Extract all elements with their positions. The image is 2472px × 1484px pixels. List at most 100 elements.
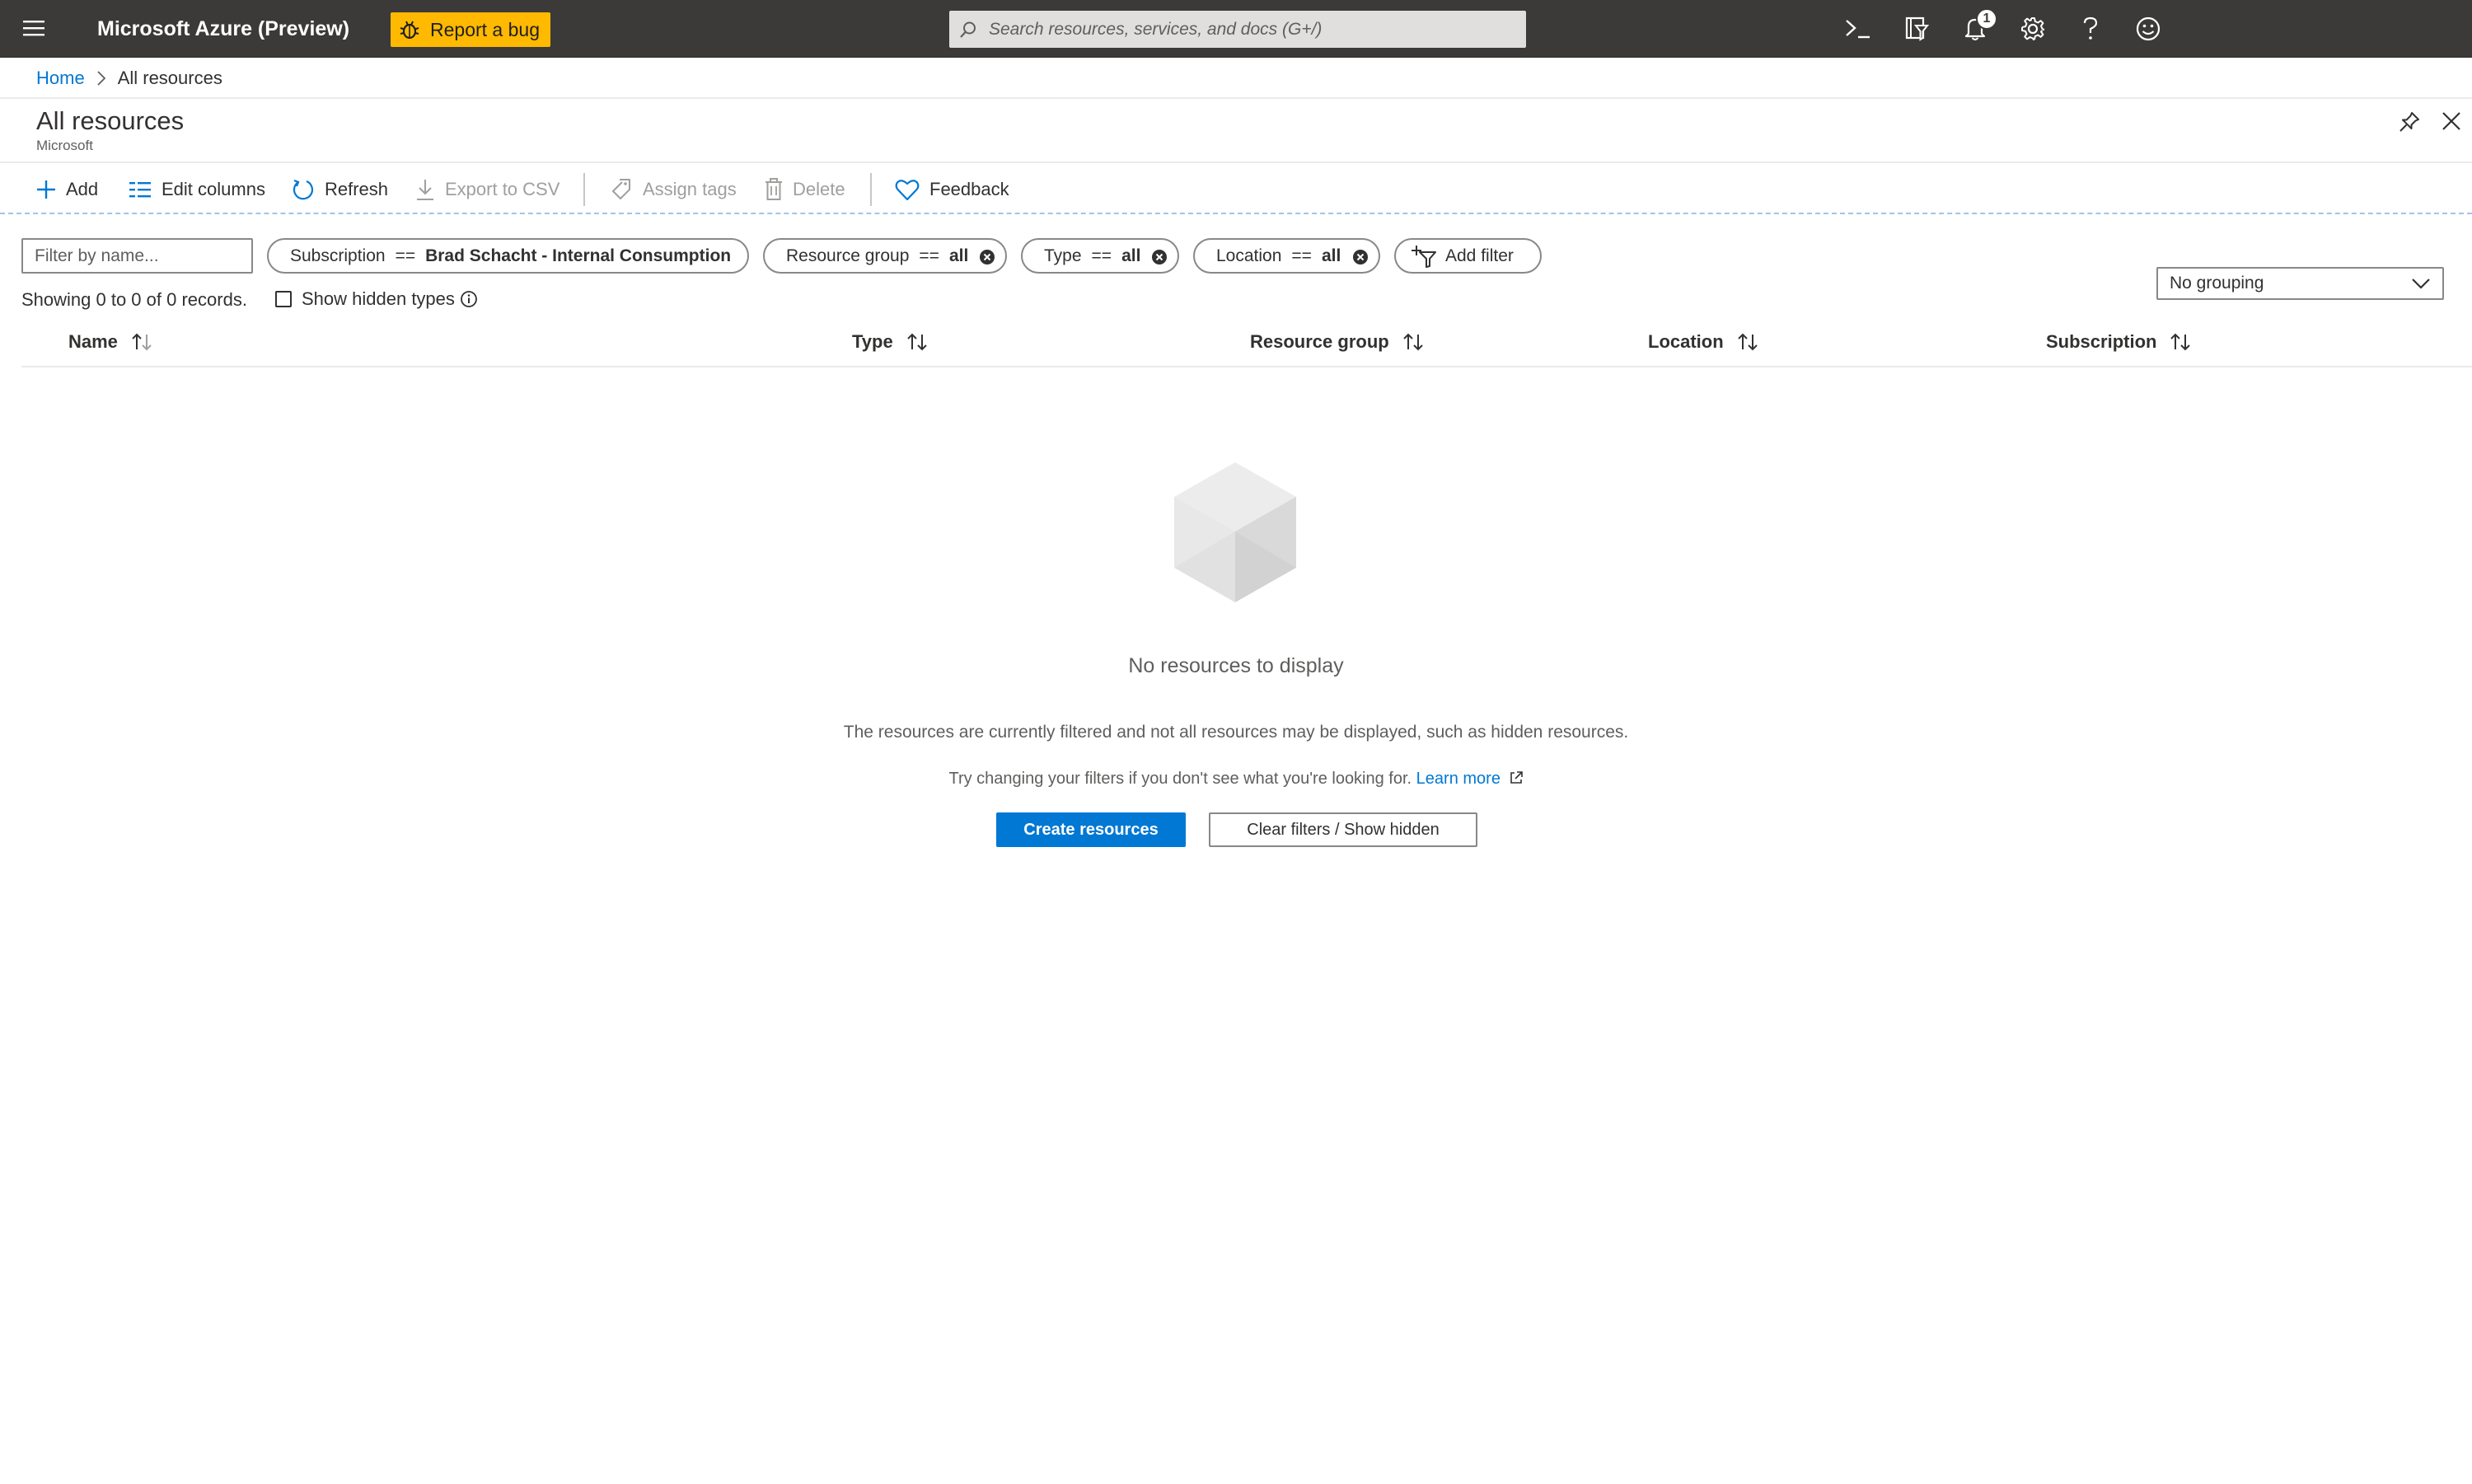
global-search-input[interactable] — [987, 18, 1515, 40]
subscription-filter-op: == — [395, 246, 416, 265]
refrefresh-icon — [293, 179, 314, 200]
subscription-filter-pill[interactable]: Subscription == Brad Schacht - Internal … — [267, 238, 749, 274]
command-separator — [870, 173, 872, 206]
page-title: All resources — [36, 106, 185, 135]
export-csv-label: Export to CSV — [445, 179, 560, 199]
column-header-resource-group[interactable]: Resource group — [1250, 328, 1426, 356]
cloud-shell-icon — [1846, 20, 1870, 39]
cloud-shell-button[interactable] — [1839, 10, 1877, 48]
add-filter-label: Add filter — [1445, 246, 1514, 265]
location-filter-value: all — [1321, 246, 1341, 265]
report-bug-button[interactable]: Report a bug — [391, 12, 550, 47]
plus-icon — [37, 180, 55, 199]
add-label: Add — [66, 179, 99, 199]
breadcrumb-divider — [0, 97, 2472, 99]
page-subtitle: Microsoft — [36, 138, 93, 153]
notification-badge: 1 — [1976, 8, 1997, 30]
column-header-name[interactable]: Name — [68, 328, 154, 356]
download-icon — [417, 180, 433, 200]
feedback-label: Feedback — [929, 179, 1009, 199]
column-header-location[interactable]: Location — [1648, 328, 1760, 356]
feedback-smiley-button[interactable] — [2129, 10, 2167, 48]
column-label: Type — [852, 331, 893, 352]
type-filter-field: Type — [1044, 246, 1082, 265]
clear-filters-button[interactable]: Clear filters / Show hidden — [1209, 812, 1477, 847]
info-icon[interactable] — [460, 290, 478, 308]
filter-plus-icon — [1412, 245, 1436, 268]
column-header-type[interactable]: Type — [852, 328, 929, 356]
delete-button[interactable]: Delete — [765, 173, 845, 206]
external-link-icon — [1510, 771, 1523, 784]
type-filter-op: == — [1091, 246, 1112, 265]
grouping-value: No grouping — [2170, 274, 2264, 293]
hamburger-icon — [23, 21, 44, 36]
clear-filter-icon[interactable] — [979, 249, 995, 265]
pin-to-dashboard-button[interactable] — [2395, 107, 2424, 137]
top-bar: Microsoft Azure (Preview) Report a bug S… — [0, 0, 2472, 58]
empty-state-title: No resources to display — [1128, 654, 1344, 677]
edit-columns-button[interactable]: Edit columns — [129, 173, 265, 206]
show-hidden-types-label: Show hidden types — [302, 288, 455, 309]
smiley-icon — [2136, 16, 2161, 41]
subscription-filter-value: Brad Schacht - Internal Consumption — [425, 246, 732, 265]
breadcrumb: Home All resources — [36, 66, 222, 91]
show-hidden-types-toggle[interactable]: Show hidden types — [275, 287, 478, 311]
clear-filter-icon[interactable] — [1151, 249, 1168, 265]
trash-icon — [765, 178, 782, 200]
tag-icon — [612, 179, 630, 199]
app-title[interactable]: Microsoft Azure (Preview) — [97, 15, 349, 43]
close-blade-button[interactable] — [2436, 105, 2467, 137]
heart-icon — [895, 180, 920, 201]
column-label: Name — [68, 331, 118, 352]
columns-icon — [129, 182, 151, 198]
add-button[interactable]: Add — [36, 173, 98, 206]
chevron-down-icon — [2412, 279, 2430, 289]
notifications-button[interactable]: 1 — [1956, 8, 1997, 48]
feedback-button[interactable]: Feedback — [895, 173, 1009, 206]
resource-group-filter-field: Resource group — [786, 246, 910, 265]
refresh-button[interactable]: Refresh — [292, 173, 388, 206]
sort-icon — [2170, 333, 2191, 351]
portal-menu-button[interactable] — [18, 13, 51, 44]
column-label: Location — [1648, 331, 1724, 352]
directory-filter-button[interactable] — [1898, 10, 1936, 48]
resource-group-filter-op: == — [919, 246, 939, 265]
pin-icon — [2399, 112, 2419, 132]
create-resources-button[interactable]: Create resources — [996, 812, 1186, 847]
column-header-subscription[interactable]: Subscription — [2046, 328, 2193, 356]
sort-icon — [907, 333, 927, 351]
global-search[interactable] — [949, 11, 1526, 48]
delete-label: Delete — [793, 179, 845, 199]
command-bar-underline — [0, 213, 2472, 214]
breadcrumb-home[interactable]: Home — [36, 68, 85, 89]
assign-tags-label: Assign tags — [643, 179, 737, 199]
search-icon — [960, 21, 976, 38]
filter-by-name-input[interactable] — [21, 238, 253, 274]
add-filter-button[interactable]: Add filter — [1394, 238, 1542, 274]
records-count: Showing 0 to 0 of 0 records. — [21, 289, 247, 310]
empty-state-hint: Try changing your filters if you don't s… — [659, 766, 1813, 791]
column-label: Subscription — [2046, 331, 2157, 352]
show-hidden-types-checkbox[interactable] — [275, 291, 292, 307]
edit-columns-label: Edit columns — [162, 179, 265, 199]
clear-filter-icon[interactable] — [1352, 249, 1369, 265]
assign-tags-button[interactable]: Assign tags — [611, 173, 737, 206]
grouping-dropdown[interactable]: No grouping — [2156, 267, 2444, 300]
sort-icon — [132, 333, 152, 351]
help-button[interactable] — [2072, 10, 2109, 48]
type-filter-pill[interactable]: Type == all — [1021, 238, 1179, 274]
column-label: Resource group — [1250, 331, 1389, 352]
location-filter-pill[interactable]: Location == all — [1193, 238, 1380, 274]
settings-button[interactable] — [2014, 10, 2052, 48]
gear-icon — [2021, 17, 2044, 40]
location-filter-op: == — [1291, 246, 1312, 265]
table-header-divider — [21, 366, 2472, 367]
resource-group-filter-pill[interactable]: Resource group == all — [763, 238, 1007, 274]
report-bug-label: Report a bug — [430, 19, 540, 40]
bug-icon — [400, 21, 419, 40]
subscription-filter-field: Subscription — [290, 246, 386, 265]
learn-more-link[interactable]: Learn more — [1416, 770, 1501, 788]
empty-state-description: The resources are currently filtered and… — [843, 723, 1629, 742]
export-csv-button[interactable]: Export to CSV — [415, 173, 559, 206]
empty-state-hint-text: Try changing your filters if you don't s… — [948, 770, 1412, 788]
